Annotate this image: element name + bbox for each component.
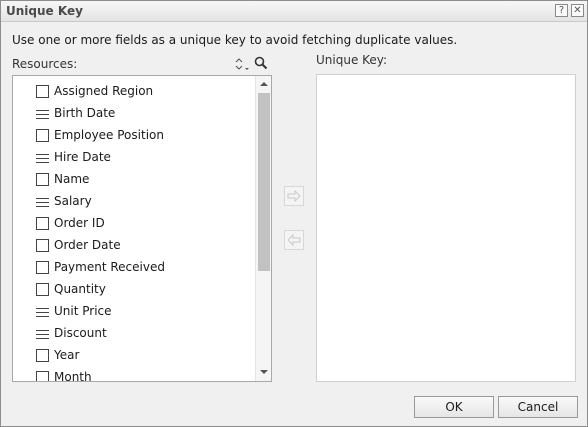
list-item[interactable]: Name xyxy=(36,170,261,190)
measure-lines-icon xyxy=(36,151,49,164)
field-checkbox-icon xyxy=(36,129,49,142)
list-item-label: Order Date xyxy=(54,238,121,252)
list-item-label: Name xyxy=(54,172,90,186)
field-checkbox-icon xyxy=(36,283,49,296)
list-item-label: Hire Date xyxy=(54,150,111,164)
list-item-label: Payment Received xyxy=(54,260,165,274)
field-checkbox-icon xyxy=(36,239,49,252)
list-item-label: Order ID xyxy=(54,216,105,230)
list-item-label: Quantity xyxy=(54,282,106,296)
list-item-label: Month xyxy=(54,370,92,382)
list-item-label: Birth Date xyxy=(54,106,116,120)
list-item[interactable]: Birth Date xyxy=(36,104,261,124)
sort-icon[interactable] xyxy=(233,56,251,72)
list-item-label: Employee Position xyxy=(54,128,164,142)
cancel-button[interactable]: Cancel xyxy=(498,396,578,418)
list-item-label: Salary xyxy=(54,194,92,208)
list-item[interactable]: Hire Date xyxy=(36,148,261,168)
remove-from-unique-key-button[interactable] xyxy=(284,230,304,250)
list-item[interactable]: Assigned Region xyxy=(36,82,261,102)
list-item[interactable]: Year xyxy=(36,346,261,366)
unique-key-list[interactable] xyxy=(316,74,576,382)
resources-scrollbar[interactable] xyxy=(255,76,271,381)
instruction-text: Use one or more fields as a unique key t… xyxy=(12,33,458,47)
list-item-label: Discount xyxy=(54,326,107,340)
field-checkbox-icon xyxy=(36,261,49,274)
add-to-unique-key-button[interactable] xyxy=(284,186,304,206)
scroll-down-arrow-icon[interactable] xyxy=(260,370,268,374)
list-item-label: Unit Price xyxy=(54,304,112,318)
field-checkbox-icon xyxy=(36,85,49,98)
list-item[interactable]: Salary xyxy=(36,192,261,212)
measure-lines-icon xyxy=(36,195,49,208)
list-item[interactable]: Order ID xyxy=(36,214,261,234)
scroll-up-arrow-icon[interactable] xyxy=(260,82,268,86)
measure-lines-icon xyxy=(36,107,49,120)
list-item[interactable]: Month xyxy=(36,368,261,382)
search-icon[interactable] xyxy=(254,56,268,70)
resources-label: Resources: xyxy=(12,57,78,71)
list-item[interactable]: Quantity xyxy=(36,280,261,300)
list-item[interactable]: Employee Position xyxy=(36,126,261,146)
dialog-title: Unique Key xyxy=(6,4,83,18)
help-icon: ? xyxy=(558,5,565,16)
field-checkbox-icon xyxy=(36,349,49,362)
list-item-label: Assigned Region xyxy=(54,84,154,98)
list-item-label: Year xyxy=(54,348,80,362)
ok-button[interactable]: OK xyxy=(414,396,494,418)
field-checkbox-icon xyxy=(36,371,49,381)
field-checkbox-icon xyxy=(36,217,49,230)
list-item[interactable]: Unit Price xyxy=(36,302,261,322)
list-item[interactable]: Payment Received xyxy=(36,258,261,278)
close-button[interactable]: ✕ xyxy=(571,4,584,17)
title-bar[interactable]: Unique Key ? ✕ xyxy=(1,1,587,22)
measure-lines-icon xyxy=(36,327,49,340)
scroll-thumb[interactable] xyxy=(258,93,270,271)
unique-key-dialog: Unique Key ? ✕ Use one or more fields as… xyxy=(0,0,588,427)
measure-lines-icon xyxy=(36,305,49,318)
field-checkbox-icon xyxy=(36,173,49,186)
list-item[interactable]: Order Date xyxy=(36,236,261,256)
right-arrow-icon xyxy=(287,190,301,202)
help-button[interactable]: ? xyxy=(555,4,568,17)
left-arrow-icon xyxy=(287,234,301,246)
resources-list[interactable]: Month Year Discount Unit Price Quantity Payme… xyxy=(12,75,272,382)
unique-key-label: Unique Key: xyxy=(316,53,388,67)
list-item[interactable]: Discount xyxy=(36,324,261,344)
close-icon: ✕ xyxy=(573,5,582,16)
